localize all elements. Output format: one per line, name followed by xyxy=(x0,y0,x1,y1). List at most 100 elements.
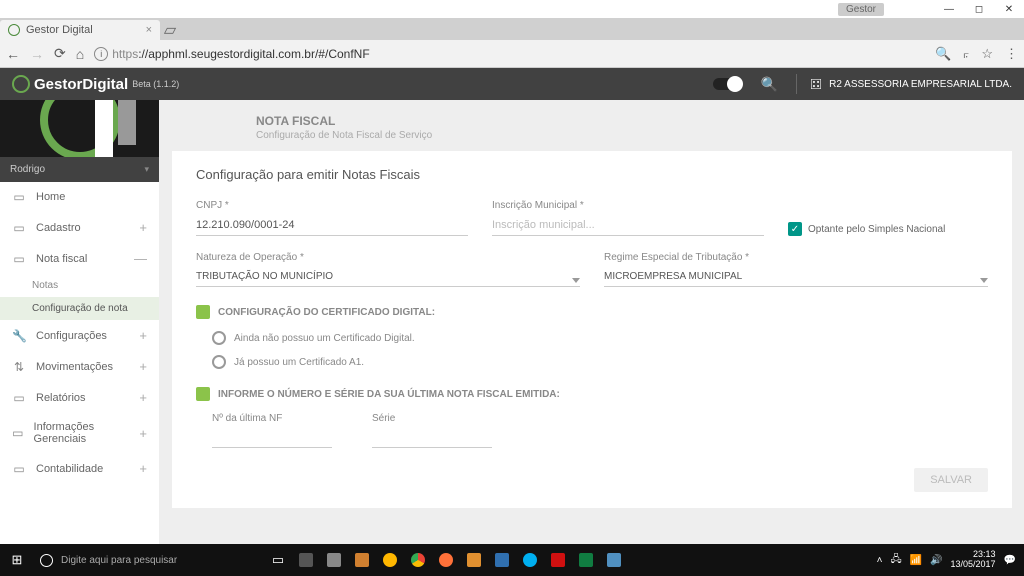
sidebar-item-info-gerenciais[interactable]: ▭ Informações Gerenciais + xyxy=(0,413,159,453)
regime-field[interactable]: Regime Especial de Tributação * MICROEMP… xyxy=(604,252,988,287)
cnpj-field: CNPJ * xyxy=(196,200,468,236)
task-view-icon[interactable]: ▭ xyxy=(264,548,292,572)
brand-name: GestorDigital xyxy=(34,76,128,93)
wrench-icon: 🔧 xyxy=(12,329,26,343)
company-name: R2 ASSESSORIA EMPRESARIAL LTDA. xyxy=(829,79,1012,90)
wifi-icon[interactable]: 📶 xyxy=(910,555,922,566)
app-icon[interactable] xyxy=(320,548,348,572)
sidebar-sub-notas[interactable]: Notas xyxy=(0,274,159,297)
windows-taskbar: ⊞ Digite aqui para pesquisar ▭ ˄ 🖧 📶 🔊 2… xyxy=(0,544,1024,576)
gestor-tag: Gestor xyxy=(838,3,884,16)
optante-checkbox[interactable]: ✓ xyxy=(788,222,802,236)
app-icon[interactable] xyxy=(376,548,404,572)
url-path: ://apphml.seugestordigital.com.br/#/Conf… xyxy=(138,47,369,61)
maximize-button[interactable]: ◻ xyxy=(964,4,994,15)
expand-icon: + xyxy=(139,220,147,235)
tab-title: Gestor Digital xyxy=(26,24,93,36)
inscricao-field: Inscrição Municipal * xyxy=(492,200,764,236)
extension-icon[interactable]: ⟔ xyxy=(963,46,969,62)
network-icon[interactable]: 🖧 xyxy=(890,552,901,569)
site-info-icon[interactable]: i xyxy=(94,47,108,61)
natureza-value: TRIBUTAÇÃO NO MUNICÍPIO xyxy=(196,267,580,287)
sidebar-item-config[interactable]: 🔧 Configurações + xyxy=(0,320,159,351)
inscricao-input[interactable] xyxy=(492,215,764,236)
app-icon[interactable] xyxy=(292,548,320,572)
theme-toggle[interactable] xyxy=(713,78,743,90)
close-button[interactable]: ✕ xyxy=(994,4,1024,15)
expand-icon: + xyxy=(139,328,147,343)
sidebar-item-relatorios[interactable]: ▭ Relatórios + xyxy=(0,382,159,413)
nf-serie-field: Série xyxy=(372,413,492,448)
taskbar-clock[interactable]: 23:13 13/05/2017 xyxy=(951,550,996,570)
sidebar-sub-config-nota[interactable]: Configuração de nota xyxy=(0,297,159,320)
sidebar-item-contabilidade[interactable]: ▭ Contabilidade + xyxy=(0,453,159,484)
nf-serie-input[interactable] xyxy=(372,428,492,448)
reload-button[interactable]: ⟳ xyxy=(54,45,66,62)
app-icon[interactable] xyxy=(348,548,376,572)
forward-button[interactable]: → xyxy=(30,46,44,62)
sidebar-user[interactable]: Rodrigo ▾ xyxy=(0,157,159,182)
dropdown-icon xyxy=(572,278,580,283)
cert-section-text: CONFIGURAÇÃO DO CERTIFICADO DIGITAL: xyxy=(218,307,435,318)
volume-icon[interactable]: 🔊 xyxy=(930,555,942,566)
app-icon[interactable] xyxy=(460,548,488,572)
sidebar-item-label: Configurações xyxy=(36,330,107,342)
dropdown-icon xyxy=(980,278,988,283)
back-button[interactable]: ← xyxy=(6,46,20,62)
cert-opt1-label: Ainda não possuo um Certificado Digital. xyxy=(234,333,415,344)
app-logo[interactable]: GestorDigital Beta (1.1.2) xyxy=(12,75,179,93)
save-button[interactable]: SALVAR xyxy=(914,468,988,492)
page-subheading: Configuração de Nota Fiscal de Serviço xyxy=(256,130,1024,141)
sidebar-item-cadastro[interactable]: ▭ Cadastro + xyxy=(0,212,159,243)
address-bar[interactable]: i https://apphml.seugestordigital.com.br… xyxy=(94,47,925,61)
cert-option-2[interactable]: Já possuo um Certificado A1. xyxy=(212,355,988,369)
start-button[interactable]: ⊞ xyxy=(0,552,34,568)
menu-icon[interactable]: ⋮ xyxy=(1005,46,1018,62)
company-selector[interactable]: R2 ASSESSORIA EMPRESARIAL LTDA. xyxy=(809,77,1012,91)
cnpj-input[interactable] xyxy=(196,215,468,236)
chrome-icon[interactable] xyxy=(404,548,432,572)
search-icon[interactable]: 🔍 xyxy=(761,76,778,93)
browser-tab[interactable]: Gestor Digital × xyxy=(0,20,160,40)
nf-section-label: INFORME O NÚMERO E SÉRIE DA SUA ÚLTIMA N… xyxy=(196,387,988,401)
taskbar-search[interactable]: Digite aqui para pesquisar xyxy=(34,554,264,567)
skype-icon[interactable] xyxy=(516,548,544,572)
bookmark-icon[interactable]: ☆ xyxy=(981,46,993,62)
nf-num-input[interactable] xyxy=(212,428,332,448)
cnpj-label: CNPJ * xyxy=(196,200,468,211)
ledger-icon: ▭ xyxy=(12,462,26,476)
tab-close-icon[interactable]: × xyxy=(146,24,152,36)
minimize-button[interactable]: — xyxy=(934,4,964,15)
app-icon[interactable] xyxy=(488,548,516,572)
clock-date: 13/05/2017 xyxy=(951,560,996,570)
inscricao-label: Inscrição Municipal * xyxy=(492,200,764,211)
excel-icon[interactable] xyxy=(572,548,600,572)
cert-option-1[interactable]: Ainda não possuo um Certificado Digital. xyxy=(212,331,988,345)
sidebar-item-moviment[interactable]: ⇅ Movimentações + xyxy=(0,351,159,382)
building-icon xyxy=(809,77,823,91)
app-header: GestorDigital Beta (1.1.2) 🔍 R2 ASSESSOR… xyxy=(0,68,1024,100)
new-tab-button[interactable]: ▱ xyxy=(160,20,180,40)
notifications-icon[interactable]: 💬 xyxy=(1004,555,1016,566)
sidebar-hero xyxy=(0,100,159,157)
natureza-label: Natureza de Operação * xyxy=(196,252,580,263)
chevron-down-icon: ▾ xyxy=(144,164,149,175)
document-icon: ▭ xyxy=(12,252,26,266)
home-icon: ▭ xyxy=(12,190,26,204)
sidebar-item-label: Home xyxy=(36,191,65,203)
tray-up-icon[interactable]: ˄ xyxy=(877,555,883,566)
home-button[interactable]: ⌂ xyxy=(76,46,84,62)
regime-label: Regime Especial de Tributação * xyxy=(604,252,988,263)
nf-num-field: Nº da última NF xyxy=(212,413,332,448)
pdf-icon[interactable] xyxy=(544,548,572,572)
radio-icon xyxy=(212,355,226,369)
natureza-field[interactable]: Natureza de Operação * TRIBUTAÇÃO NO MUN… xyxy=(196,252,580,287)
user-name: Rodrigo xyxy=(10,164,45,175)
app-icon[interactable] xyxy=(600,548,628,572)
sidebar-item-nota-fiscal[interactable]: ▭ Nota fiscal — xyxy=(0,243,159,274)
url-protocol: https xyxy=(112,47,138,61)
sidebar-item-home[interactable]: ▭ Home xyxy=(0,182,159,212)
system-tray[interactable]: ˄ 🖧 📶 🔊 23:13 13/05/2017 💬 xyxy=(877,550,1024,570)
firefox-icon[interactable] xyxy=(432,548,460,572)
zoom-icon[interactable]: 🔍 xyxy=(935,46,951,62)
